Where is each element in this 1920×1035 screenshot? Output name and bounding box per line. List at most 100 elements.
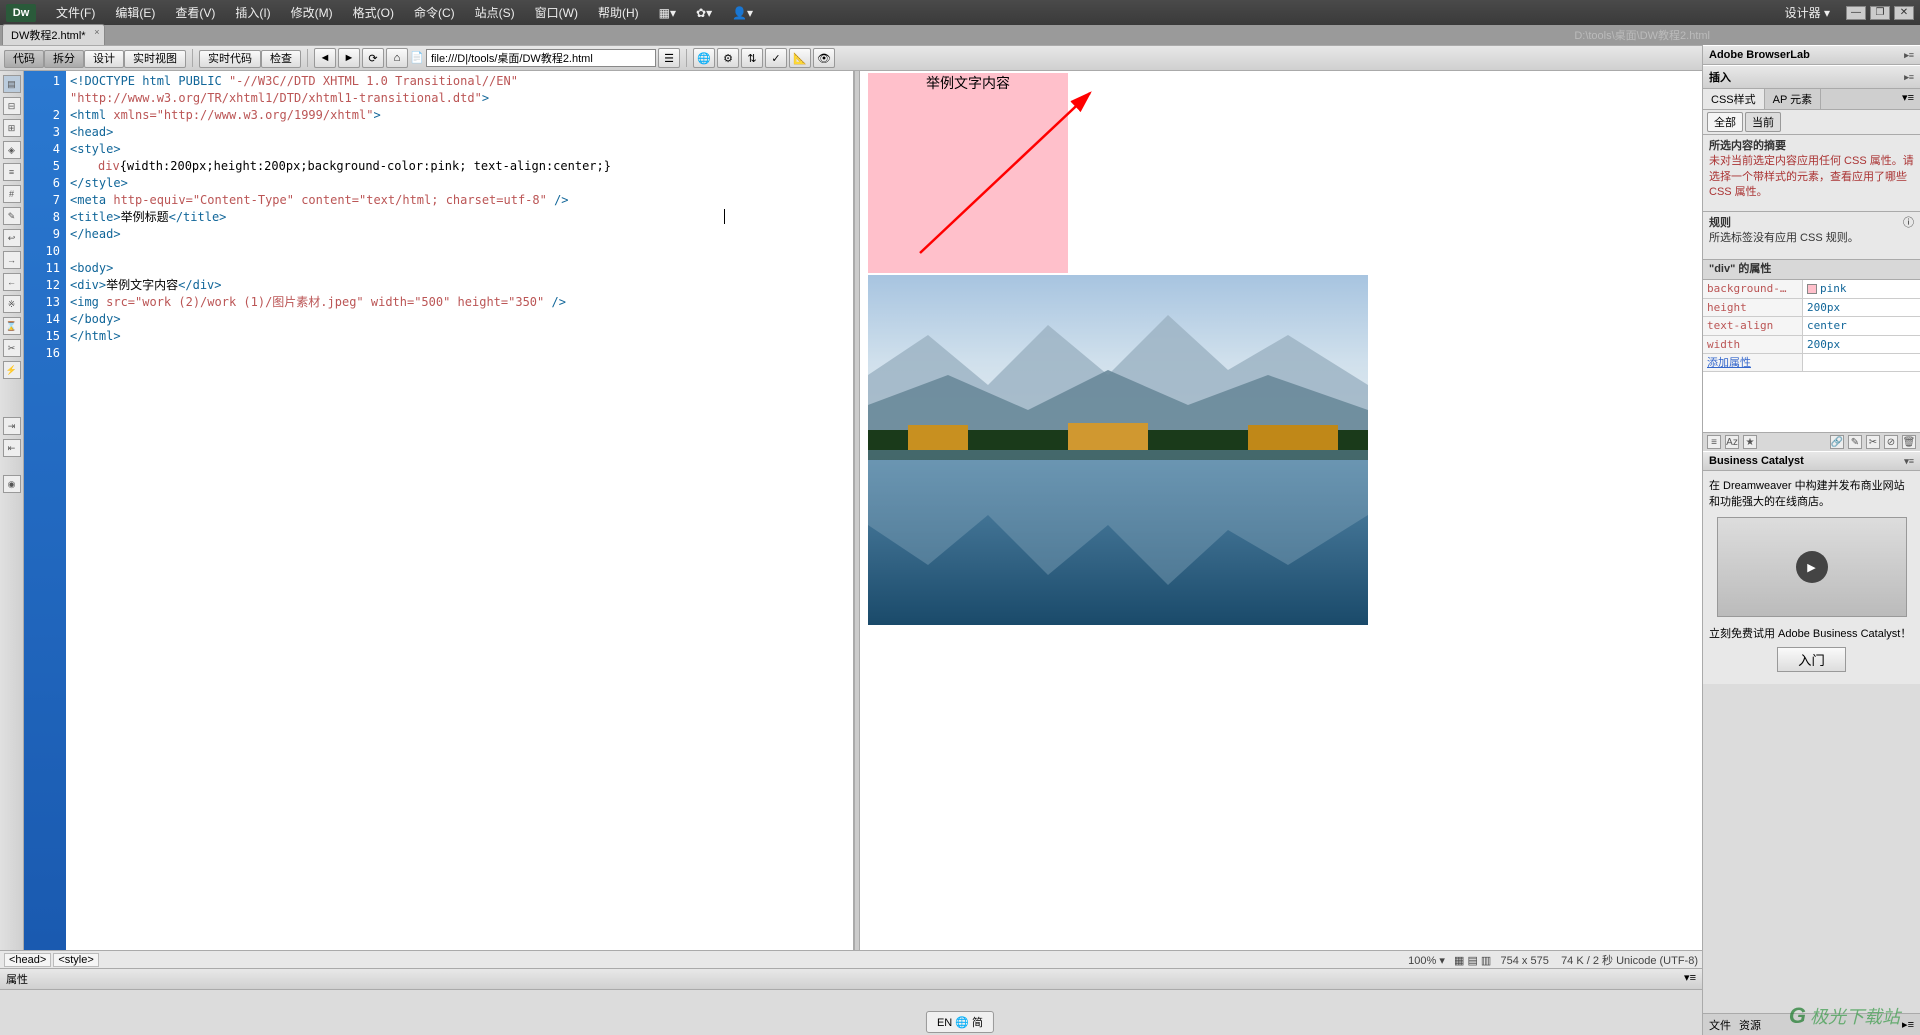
watermark: G极光下载站 [1789,1003,1900,1029]
view-实时视图[interactable]: 实时视图 [124,50,186,68]
close-icon[interactable]: × [94,27,99,37]
status-bar: <head><style> 100% ▾ ▦ ▤ ▥ 754 x 575 74 … [0,950,1702,968]
menu-窗口(W)[interactable]: 窗口(W) [525,6,588,20]
current-tab[interactable]: 当前 [1745,112,1781,132]
tool-format[interactable]: ⚡ [3,361,21,379]
tool-indent[interactable]: → [3,251,21,269]
forward-icon[interactable]: ► [338,48,360,68]
view-代码[interactable]: 代码 [4,50,44,68]
add-property-link[interactable]: 添加属性 [1703,354,1803,371]
panel-menu-icon[interactable]: ▾≡ [1896,89,1920,109]
tool-indent2[interactable]: ⇥ [3,417,21,435]
browserlab-header[interactable]: Adobe BrowserLab▸≡ [1703,45,1920,65]
code-view[interactable]: 12345678910111213141516 <!DOCTYPE html P… [24,71,854,950]
css-property-row[interactable]: height200px [1703,299,1920,317]
tool-snippet[interactable]: ✂ [3,339,21,357]
document-tab[interactable]: DW教程2.html* × [2,24,105,45]
btn-检查[interactable]: 检查 [261,50,301,68]
tool-open-documents[interactable]: ▤ [3,75,21,93]
css-styles-tab[interactable]: CSS样式 [1703,89,1765,109]
panel-menu-icon[interactable]: ▸≡ [1902,1018,1914,1031]
menu-站点(S)[interactable]: 站点(S) [465,6,525,20]
status-info: 100% ▾ ▦ ▤ ▥ 754 x 575 74 K / 2 秒 Unicod… [1408,952,1698,968]
visual-aids-icon[interactable]: 👁 [813,48,835,68]
back-icon[interactable]: ◄ [314,48,336,68]
css-property-row[interactable]: text-aligncenter [1703,317,1920,335]
props-title: "div" 的属性 [1703,260,1920,280]
user-icon[interactable]: 👤▾ [722,6,763,20]
minimize-button[interactable]: — [1846,6,1866,20]
bc-start-button[interactable]: 入门 [1777,647,1846,672]
panel-menu-icon[interactable]: ▾≡ [1684,971,1696,987]
tool-line-numbers[interactable]: # [3,185,21,203]
menu-文件(F)[interactable]: 文件(F) [46,6,105,20]
business-catalyst-header[interactable]: Business Catalyst▾≡ [1703,451,1920,471]
menu-命令(C)[interactable]: 命令(C) [404,6,465,20]
tool-collapse[interactable]: ⊟ [3,97,21,115]
rules-title: 规则 [1709,216,1731,231]
attach-icon[interactable]: 🔗 [1830,435,1844,449]
maximize-button[interactable]: ❐ [1870,6,1890,20]
main-area: ▤ ⊟ ⊞ ◈ ≡ # ✎ ↩ → ← ※ ⌛ ✂ ⚡ ⇥ ⇤ ◉ 123456… [0,71,1920,950]
tool-balance[interactable]: ≡ [3,163,21,181]
menu-帮助(H)[interactable]: 帮助(H) [588,6,649,20]
menu-查看(V)[interactable]: 查看(V) [165,6,225,20]
ime-indicator[interactable]: EN 🌐 简 [926,1011,994,1033]
options-icon[interactable]: ☰ [658,48,680,68]
document-path: D:\tools\桌面\DW教程2.html [1574,27,1710,43]
tool-expand[interactable]: ⊞ [3,119,21,137]
properties-panel: 属性▾≡ [0,968,1702,1035]
summary-title: 所选内容的摘要 [1709,140,1786,152]
rules-info-icon[interactable]: ⓘ [1903,216,1914,231]
edit-rule-icon[interactable]: ✂ [1866,435,1880,449]
show-list-icon[interactable]: Aᴢ [1725,435,1739,449]
disable-icon[interactable]: ⊘ [1884,435,1898,449]
ap-elements-tab[interactable]: AP 元素 [1765,89,1822,109]
css-property-row[interactable]: width200px [1703,336,1920,354]
show-category-icon[interactable]: ≡ [1707,435,1721,449]
menu-插入(I)[interactable]: 插入(I) [225,6,280,20]
view-拆分[interactable]: 拆分 [44,50,84,68]
code-body[interactable]: <!DOCTYPE html PUBLIC "-//W3C//DTD XHTML… [66,71,853,950]
tool-apply[interactable]: ◉ [3,475,21,493]
all-tab[interactable]: 全部 [1707,112,1743,132]
css-property-row[interactable]: background-…pink [1703,280,1920,298]
sync-icon[interactable]: ⇅ [741,48,763,68]
tool-highlight[interactable]: ✎ [3,207,21,225]
assets-tab[interactable]: 资源 [1739,1017,1761,1033]
tool-comment[interactable]: ※ [3,295,21,313]
bc-video-thumbnail[interactable]: ▶ [1717,517,1907,617]
globe-icon[interactable]: 🌐 [693,48,715,68]
code-toolbar: ▤ ⊟ ⊞ ◈ ≡ # ✎ ↩ → ← ※ ⌛ ✂ ⚡ ⇥ ⇤ ◉ [0,71,24,950]
delete-icon[interactable]: 🗑 [1902,435,1916,449]
preview-div: 举例文字内容 [868,73,1068,273]
home-icon[interactable]: ⌂ [386,48,408,68]
menu-格式(O)[interactable]: 格式(O) [343,6,404,20]
workspace-switcher[interactable]: 设计器 ▾ [1777,4,1838,21]
document-tab-label: DW教程2.html* [11,30,86,42]
tool-recent[interactable]: ⌛ [3,317,21,335]
browse-icon[interactable]: ⚙ [717,48,739,68]
menu-修改(M)[interactable]: 修改(M) [281,6,343,20]
files-tab[interactable]: 文件 [1709,1017,1731,1033]
insert-header[interactable]: 插入▸≡ [1703,65,1920,89]
bc-description: 在 Dreamweaver 中构建并发布商业网站和功能强大的在线商店。 [1709,477,1914,509]
close-button[interactable]: ✕ [1894,6,1914,20]
validate-icon[interactable]: ✓ [765,48,787,68]
view-设计[interactable]: 设计 [84,50,124,68]
tool-wrap[interactable]: ↩ [3,229,21,247]
tag-selector[interactable]: <head><style> [4,954,101,966]
text-cursor [724,209,725,224]
extend-icon[interactable]: ✿▾ [686,6,722,20]
btn-实时代码[interactable]: 实时代码 [199,50,261,68]
tool-outdent2[interactable]: ⇤ [3,439,21,457]
layout-icon[interactable]: ▦▾ [649,6,686,20]
new-rule-icon[interactable]: ✎ [1848,435,1862,449]
menu-编辑(E)[interactable]: 编辑(E) [105,6,165,20]
tool-outdent[interactable]: ← [3,273,21,291]
address-input[interactable] [426,49,656,67]
ruler-icon[interactable]: 📐 [789,48,811,68]
show-set-icon[interactable]: ★ [1743,435,1757,449]
refresh-icon[interactable]: ⟳ [362,48,384,68]
tool-select-parent[interactable]: ◈ [3,141,21,159]
